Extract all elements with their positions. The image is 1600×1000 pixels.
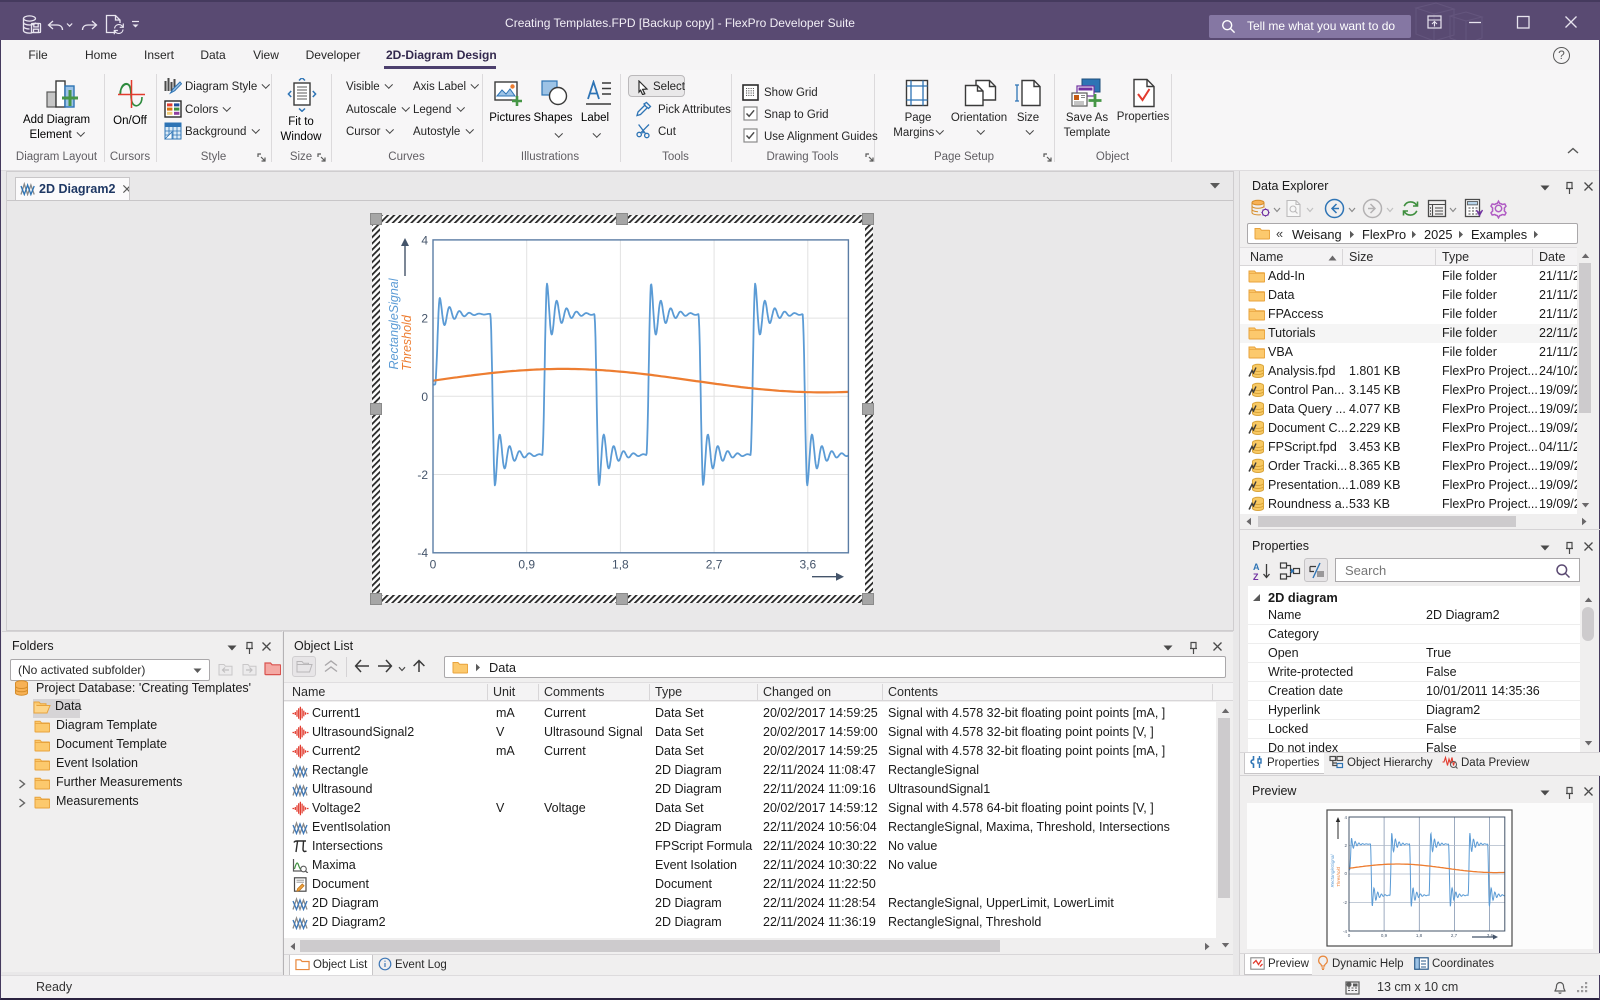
svg-text:0,9: 0,9 bbox=[1381, 933, 1388, 938]
svg-text:2,7: 2,7 bbox=[706, 558, 723, 572]
svg-text:1,8: 1,8 bbox=[1416, 933, 1423, 938]
svg-text:0: 0 bbox=[421, 390, 428, 404]
svg-text:2,7: 2,7 bbox=[1451, 933, 1458, 938]
svg-text:-2: -2 bbox=[1343, 900, 1347, 905]
svg-text:-2: -2 bbox=[417, 468, 428, 482]
svg-text:RectangleSignal: RectangleSignal bbox=[1330, 854, 1335, 888]
svg-text:0,9: 0,9 bbox=[518, 558, 535, 572]
svg-text:Threshold: Threshold bbox=[1336, 867, 1341, 888]
svg-text:0: 0 bbox=[430, 558, 437, 572]
svg-text:2: 2 bbox=[421, 312, 428, 326]
svg-text:1,8: 1,8 bbox=[612, 558, 629, 572]
svg-text:4: 4 bbox=[421, 233, 428, 247]
svg-text:3,6: 3,6 bbox=[799, 558, 816, 572]
svg-text:RectangleSignal: RectangleSignal bbox=[387, 277, 401, 369]
svg-text:-4: -4 bbox=[417, 546, 428, 560]
svg-text:Threshold: Threshold bbox=[400, 314, 414, 371]
